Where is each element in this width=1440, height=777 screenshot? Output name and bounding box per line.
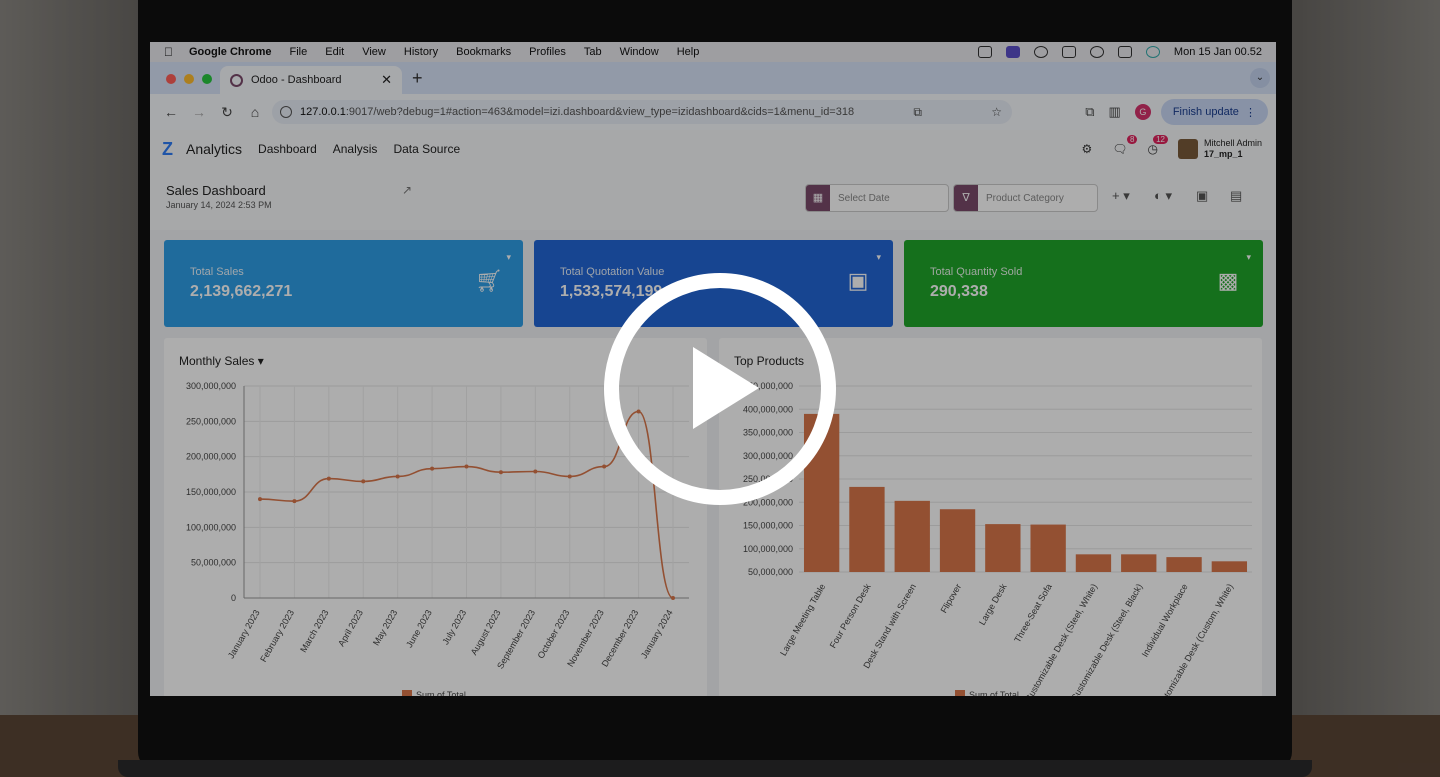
play-icon: [693, 347, 759, 429]
play-video-button[interactable]: [604, 273, 836, 505]
